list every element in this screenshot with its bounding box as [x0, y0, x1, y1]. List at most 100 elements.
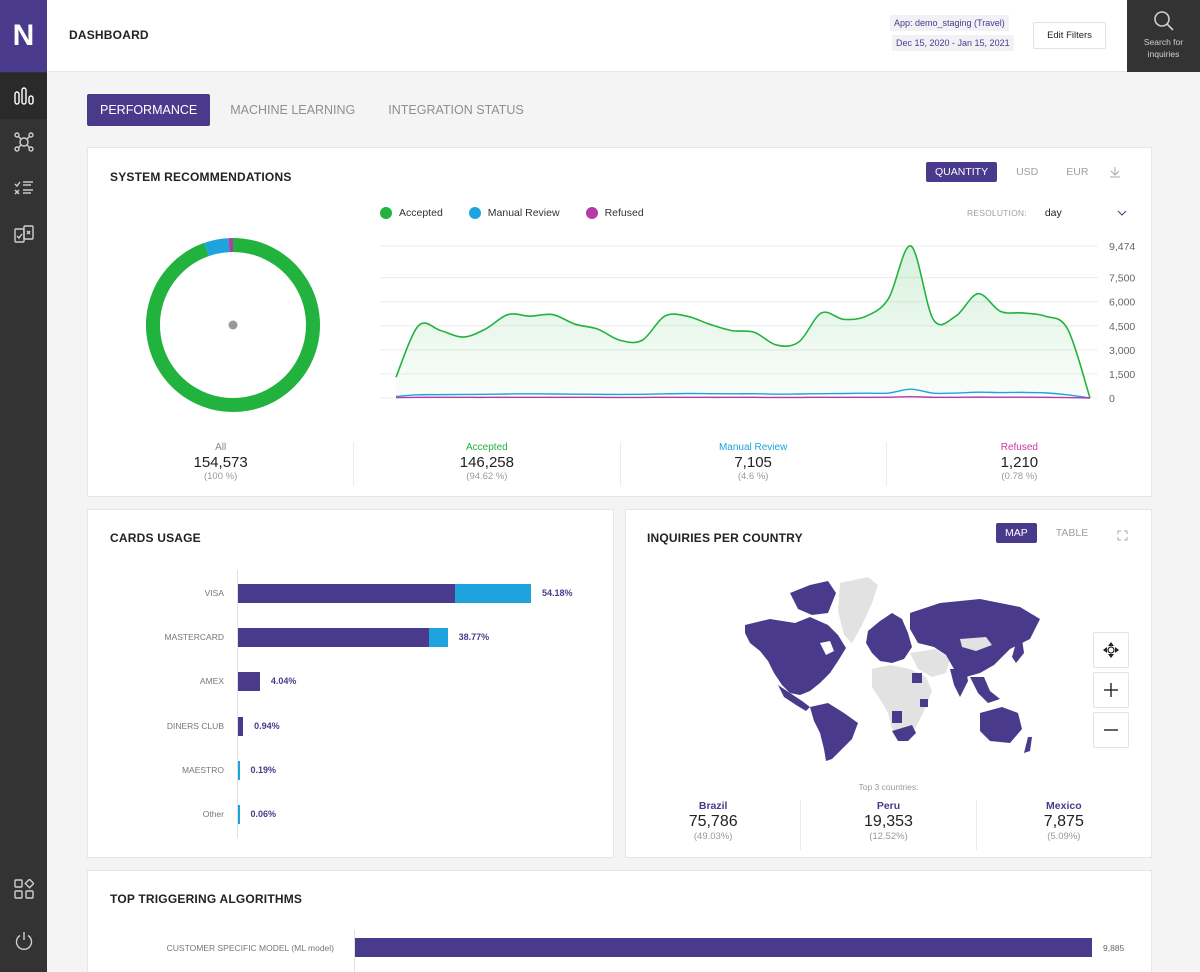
map-region-europe[interactable] [866, 613, 912, 663]
map-region-india[interactable] [950, 669, 968, 697]
map-region-kenya[interactable] [920, 699, 928, 707]
cards-usage-chart: VISA 54.18% MASTERCARD 38.77% AMEX 4.04% DINER… [88, 560, 613, 840]
bar-value-label: 54.18% [542, 588, 573, 598]
map-zoom-out-button[interactable] [1093, 712, 1129, 748]
bar-segment-secondary[interactable] [238, 805, 240, 824]
bar-segment-primary[interactable] [238, 584, 456, 603]
top-countries-label: Top 3 countries: [858, 782, 919, 792]
resolution-control: RESOLUTION: day [967, 207, 1127, 219]
country-name: Peru [876, 800, 901, 812]
unit-toggle-group: QUANTITY USD EUR [920, 162, 1121, 182]
top-triggering-algorithms-title: TOP TRIGGERING ALGORITHMS [110, 892, 303, 906]
world-map[interactable] [740, 573, 1040, 763]
network-icon [13, 132, 34, 152]
series-area-accepted [396, 245, 1090, 398]
bar-category-label: AMEX [199, 676, 224, 687]
stat-value: 154,573 [193, 454, 248, 471]
legend-label: Manual Review [487, 207, 560, 219]
stat-name: All [215, 442, 227, 453]
move-icon [1103, 642, 1119, 658]
tab-machine-learning[interactable]: MACHINE LEARNING [217, 94, 368, 126]
bar-segment-secondary[interactable] [429, 628, 448, 648]
unit-usd-button[interactable]: USD [1007, 162, 1047, 182]
map-region-southeast-asia[interactable] [970, 677, 1000, 703]
resolution-label: RESOLUTION: [967, 208, 1027, 218]
bar-segment-primary[interactable] [238, 628, 430, 648]
y-tick-label: 4,500 [1109, 321, 1135, 333]
search-inquiries-button[interactable]: Search for inquiries [1127, 0, 1200, 72]
tab-performance[interactable]: PERFORMANCE [87, 94, 211, 126]
bar-value-label: 0.06% [250, 809, 277, 819]
sidebar-item-rules[interactable] [0, 165, 47, 211]
map-region-angola[interactable] [892, 711, 902, 723]
page-title: DASHBOARD [69, 28, 149, 42]
recommendations-line-chart: 0 1,500 3,000 4,500 6,000 7,500 9,474 [380, 241, 1135, 405]
bar-segment-primary[interactable] [238, 716, 244, 736]
country-pct: (12.52%) [869, 831, 908, 842]
algo-category-label: CUSTOMER SPECIFIC MODEL (ML model) [166, 943, 334, 953]
legend-dot-accepted [380, 207, 392, 219]
donut-slice-manual-review[interactable] [204, 238, 230, 257]
map-region-new-zealand[interactable] [1024, 737, 1032, 753]
bar-category-label: MASTERCARD [164, 632, 224, 643]
chart-legend: Accepted Manual Review Refused [380, 207, 670, 219]
legend-item-refused[interactable]: Refused [585, 207, 644, 219]
sidebar-item-analytics[interactable] [0, 73, 47, 119]
y-tick-label: 6,000 [1109, 297, 1135, 309]
search-label-line1: Search for [1143, 37, 1184, 47]
expand-icon[interactable] [1117, 530, 1128, 541]
map-recenter-button[interactable] [1093, 632, 1129, 668]
bar-category-label: MAESTRO [181, 764, 224, 775]
sidebar-item-network[interactable] [0, 119, 47, 165]
app-filter-chip: App: demo_staging (Travel) [890, 15, 1009, 31]
unit-eur-button[interactable]: EUR [1057, 162, 1097, 182]
resolution-select[interactable]: day [1045, 207, 1127, 219]
country-value: 19,353 [864, 813, 913, 830]
map-region-australia[interactable] [980, 707, 1022, 743]
tab-bar: PERFORMANCE MACHINE LEARNING INTEGRATION… [87, 94, 544, 126]
bar-value-label: 4.04% [270, 676, 297, 687]
edit-filters-button[interactable]: Edit Filters [1033, 22, 1106, 49]
country-name: Mexico [1046, 800, 1082, 812]
country-stat-peru: Peru 19,353 (12.52%) [800, 800, 975, 850]
series-line-refused[interactable] [395, 396, 1091, 399]
bar-value-label: 38.77% [458, 632, 490, 643]
sidebar-item-logout[interactable] [0, 918, 47, 964]
map-zoom-in-button[interactable] [1093, 672, 1129, 708]
apps-grid-icon [13, 879, 34, 899]
country-pct: (49.03%) [693, 831, 733, 842]
bar-segment-secondary[interactable] [238, 760, 240, 780]
country-stat-brazil: Brazil 75,786 (49.03%) [626, 800, 800, 850]
map-view-toggle: MAP TABLE [990, 523, 1128, 543]
recommendations-donut-chart [146, 238, 320, 412]
stat-value: 146,258 [459, 454, 514, 471]
map-region-south-america[interactable] [810, 703, 858, 761]
map-region-north-america[interactable] [745, 617, 846, 695]
sidebar-item-apps[interactable] [0, 866, 47, 912]
sidebar-item-cards[interactable] [0, 211, 47, 257]
view-table-button[interactable]: TABLE [1047, 523, 1097, 543]
bar-segment-secondary[interactable] [455, 584, 531, 603]
download-icon[interactable] [1109, 166, 1121, 178]
legend-item-manual-review[interactable]: Manual Review [468, 207, 560, 219]
top-countries-stats: Brazil 75,786 (49.03%) Peru 19,353 (12.5… [626, 800, 1151, 850]
power-icon [15, 932, 32, 950]
country-value: 7,875 [1043, 813, 1084, 830]
view-map-button[interactable]: MAP [996, 523, 1037, 543]
y-tick-label: 3,000 [1109, 345, 1135, 357]
bar-segment-primary[interactable] [238, 672, 260, 692]
bar-category-label: Other [202, 809, 224, 819]
app-logo[interactable]: N [0, 0, 47, 72]
unit-quantity-button[interactable]: QUANTITY [926, 162, 998, 182]
map-region-egypt[interactable] [912, 673, 922, 683]
country-name: Brazil [698, 800, 728, 812]
bar-chart-icon [13, 87, 34, 105]
bar-value-label: 0.19% [250, 764, 277, 775]
plus-icon [1104, 683, 1118, 697]
algo-bar[interactable] [355, 938, 1092, 957]
legend-item-accepted[interactable]: Accepted [380, 207, 443, 219]
resolution-value: day [1044, 207, 1062, 219]
map-region-canada-arctic[interactable] [790, 581, 836, 615]
tab-integration-status[interactable]: INTEGRATION STATUS [375, 94, 536, 126]
y-tick-label: 1,500 [1109, 369, 1135, 381]
